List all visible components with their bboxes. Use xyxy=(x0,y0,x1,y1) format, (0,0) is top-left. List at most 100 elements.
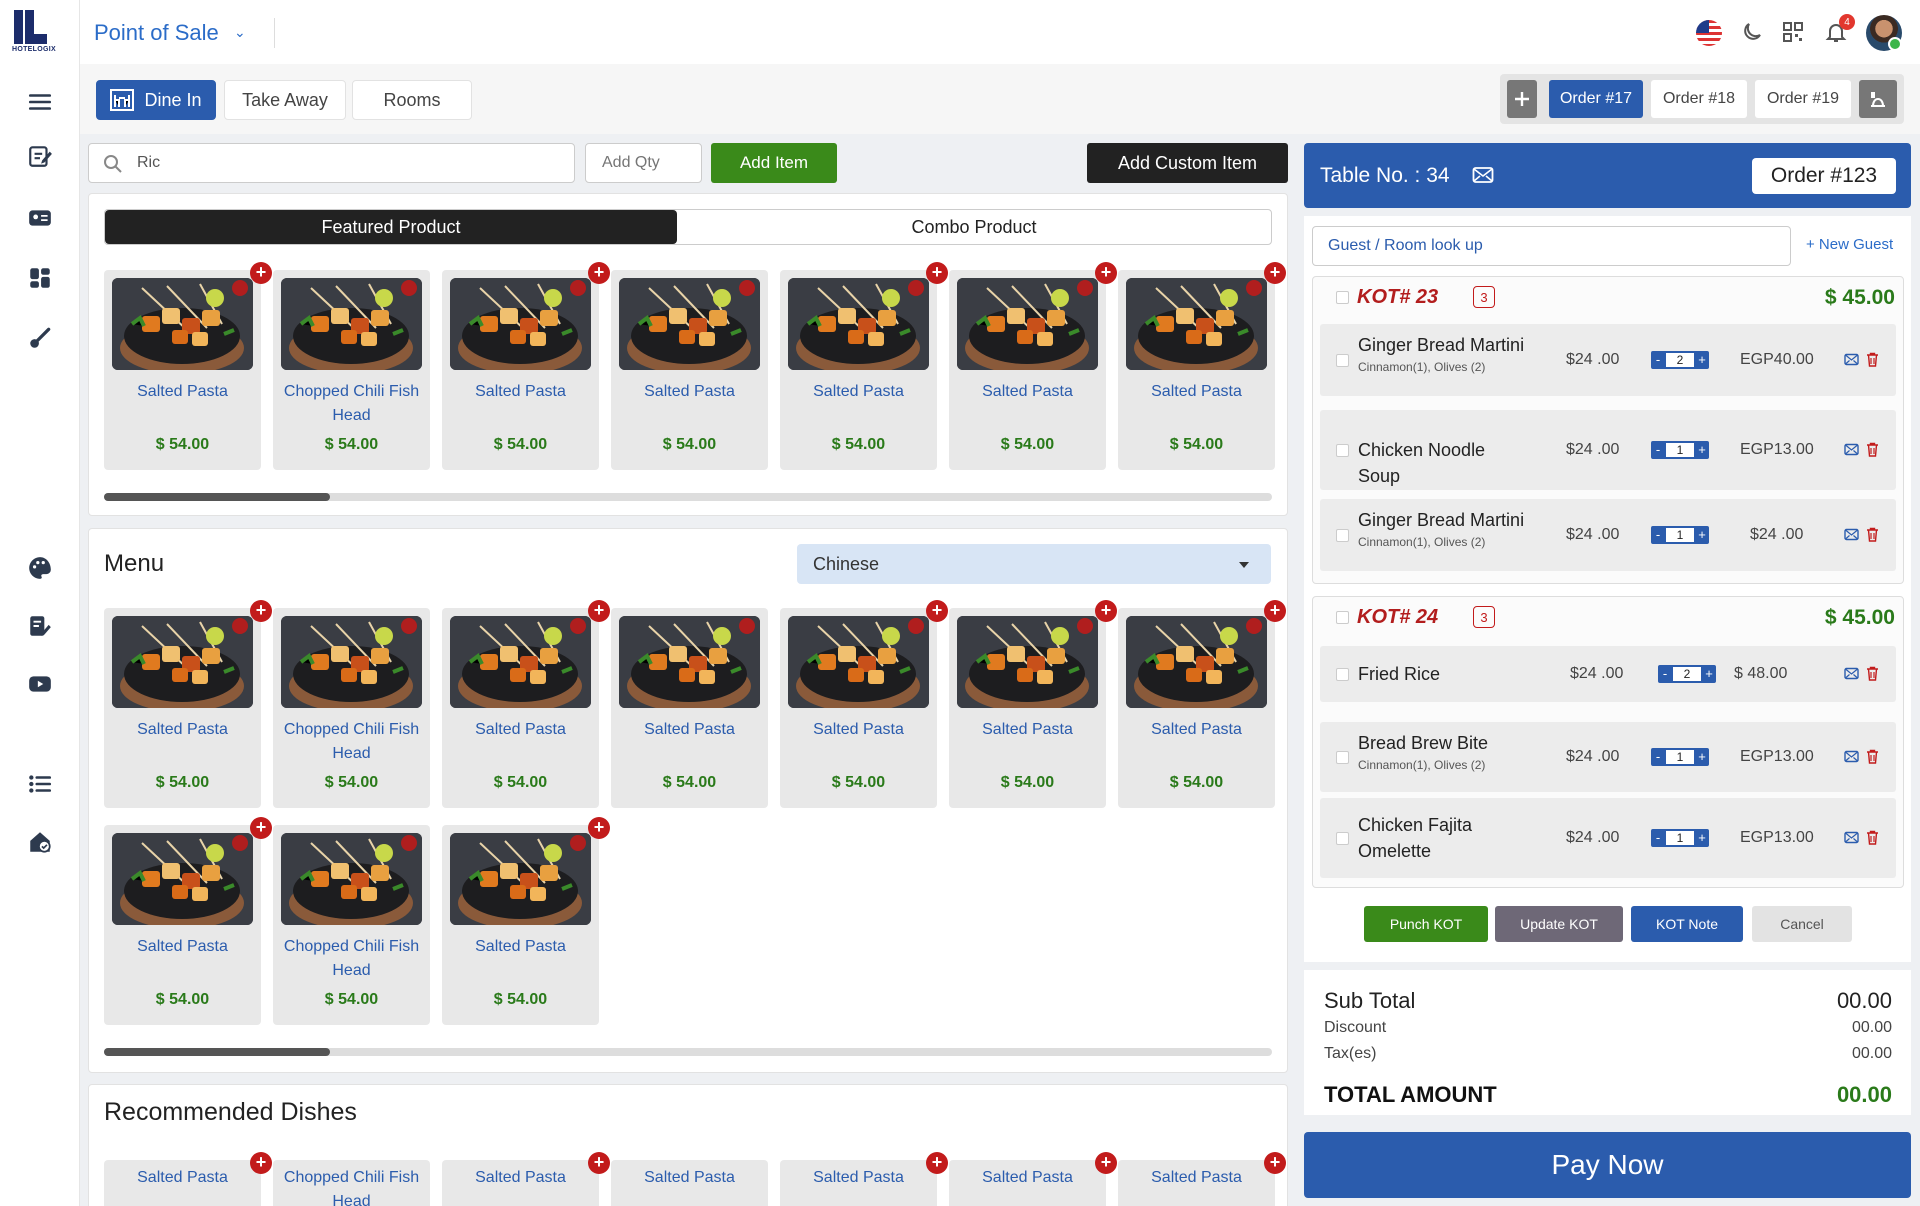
product-card[interactable]: Salted Pasta $ 54.00 xyxy=(442,608,599,808)
product-card[interactable]: Salted Pasta $ 54.00 xyxy=(104,608,261,808)
quantity-stepper[interactable]: -1 + xyxy=(1651,748,1709,766)
delete-item-icon[interactable] xyxy=(1866,749,1879,764)
tab-combo-product[interactable]: Combo Product xyxy=(677,210,1271,244)
item-note-icon[interactable] xyxy=(1844,666,1859,681)
item-note-icon[interactable] xyxy=(1844,527,1859,542)
qty-input-wrap[interactable] xyxy=(585,143,702,183)
app-title[interactable]: Point of Sale xyxy=(94,20,219,46)
list-details-icon[interactable] xyxy=(26,770,54,798)
tab-order-18[interactable]: Order #18 xyxy=(1651,80,1747,118)
item-select-checkbox[interactable] xyxy=(1336,529,1349,542)
delete-item-icon[interactable] xyxy=(1866,666,1879,681)
recommended-card[interactable]: Chopped Chili Fish Head xyxy=(273,1160,430,1206)
kot-note-button[interactable]: KOT Note xyxy=(1631,906,1743,942)
dashboard-icon[interactable] xyxy=(26,264,54,292)
update-kot-button[interactable]: Update KOT xyxy=(1495,906,1623,942)
product-card[interactable]: Salted Pasta $ 54.00 xyxy=(104,825,261,1025)
add-to-order-icon[interactable]: + xyxy=(926,1152,948,1174)
new-guest-link[interactable]: + New Guest xyxy=(1806,236,1893,253)
recommended-card[interactable]: Salted Pasta xyxy=(780,1160,937,1206)
add-to-order-icon[interactable]: + xyxy=(250,1152,272,1174)
verified-home-icon[interactable] xyxy=(26,828,54,856)
delete-item-icon[interactable] xyxy=(1866,527,1879,542)
product-card[interactable]: Salted Pasta $ 54.00 xyxy=(1118,270,1275,470)
quantity-stepper[interactable]: -1 + xyxy=(1651,829,1709,847)
kot-select-checkbox[interactable] xyxy=(1336,291,1349,304)
delete-item-icon[interactable] xyxy=(1866,352,1879,367)
add-to-order-icon[interactable]: + xyxy=(250,817,272,839)
id-card-icon[interactable] xyxy=(26,204,54,232)
qty-decrease-button[interactable]: - xyxy=(1658,665,1672,683)
item-select-checkbox[interactable] xyxy=(1336,751,1349,764)
qty-increase-button[interactable]: + xyxy=(1695,526,1709,544)
product-card[interactable]: Salted Pasta $ 54.00 xyxy=(780,608,937,808)
qty-decrease-button[interactable]: - xyxy=(1651,526,1665,544)
menu-category-select[interactable]: Chinese xyxy=(797,544,1271,584)
item-select-checkbox[interactable] xyxy=(1336,354,1349,367)
quantity-stepper[interactable]: -2 + xyxy=(1651,351,1709,369)
featured-scrollbar[interactable] xyxy=(104,493,1272,501)
menu-scrollbar[interactable] xyxy=(104,1048,1272,1056)
add-qty-input[interactable] xyxy=(586,144,701,182)
scrollbar-thumb[interactable] xyxy=(104,1048,330,1056)
product-card[interactable]: Salted Pasta $ 54.00 xyxy=(1118,608,1275,808)
order-view-button[interactable] xyxy=(1859,80,1897,118)
qty-decrease-button[interactable]: - xyxy=(1651,441,1665,459)
guest-room-lookup-input[interactable]: Guest / Room look up xyxy=(1312,226,1791,266)
user-avatar[interactable] xyxy=(1866,15,1902,51)
add-to-order-icon[interactable]: + xyxy=(1095,600,1117,622)
punch-kot-button[interactable]: Punch KOT xyxy=(1364,906,1488,942)
recommended-card[interactable]: Salted Pasta xyxy=(442,1160,599,1206)
product-card[interactable]: Chopped Chili Fish Head $ 54.00 xyxy=(273,825,430,1025)
quantity-stepper[interactable]: -1 + xyxy=(1651,441,1709,459)
product-card[interactable]: Salted Pasta $ 54.00 xyxy=(442,270,599,470)
qty-decrease-button[interactable]: - xyxy=(1651,829,1665,847)
qty-decrease-button[interactable]: - xyxy=(1651,748,1665,766)
recommended-card[interactable]: Salted Pasta xyxy=(949,1160,1106,1206)
product-card[interactable]: Salted Pasta $ 54.00 xyxy=(611,608,768,808)
add-order-button[interactable] xyxy=(1507,80,1537,118)
qty-increase-button[interactable]: + xyxy=(1695,351,1709,369)
add-to-order-icon[interactable]: + xyxy=(926,600,948,622)
recommended-card[interactable]: Salted Pasta xyxy=(104,1160,261,1206)
hamburger-menu-icon[interactable] xyxy=(26,88,54,116)
add-to-order-icon[interactable]: + xyxy=(926,262,948,284)
quantity-stepper[interactable]: -2 + xyxy=(1658,665,1716,683)
item-select-checkbox[interactable] xyxy=(1336,668,1349,681)
product-card[interactable]: Salted Pasta $ 54.00 xyxy=(442,825,599,1025)
us-flag-icon[interactable] xyxy=(1696,20,1722,46)
cancel-button[interactable]: Cancel xyxy=(1752,906,1852,942)
report-edit-icon[interactable] xyxy=(26,612,54,640)
dark-mode-moon-icon[interactable] xyxy=(1738,18,1766,46)
add-to-order-icon[interactable]: + xyxy=(1095,1152,1117,1174)
tools-icon[interactable] xyxy=(26,324,54,352)
palette-icon[interactable] xyxy=(26,554,54,582)
hotelogix-logo[interactable]: HOTELOGIX xyxy=(12,8,70,56)
tab-featured-product[interactable]: Featured Product xyxy=(105,210,677,244)
tab-order-17[interactable]: Order #17 xyxy=(1549,80,1643,118)
item-select-checkbox[interactable] xyxy=(1336,444,1349,457)
add-custom-item-button[interactable]: Add Custom Item xyxy=(1087,143,1288,183)
add-to-order-icon[interactable]: + xyxy=(1095,262,1117,284)
qty-increase-button[interactable]: + xyxy=(1695,829,1709,847)
kot-select-checkbox[interactable] xyxy=(1336,611,1349,624)
qr-grid-icon[interactable] xyxy=(1779,18,1807,46)
product-card[interactable]: Salted Pasta $ 54.00 xyxy=(949,608,1106,808)
product-card[interactable]: Chopped Chili Fish Head $ 54.00 xyxy=(273,270,430,470)
product-card[interactable]: Salted Pasta $ 54.00 xyxy=(949,270,1106,470)
tab-dine-in[interactable]: Dine In xyxy=(96,80,216,120)
qty-increase-button[interactable]: + xyxy=(1695,441,1709,459)
item-note-icon[interactable] xyxy=(1844,352,1859,367)
qty-increase-button[interactable]: + xyxy=(1702,665,1716,683)
add-to-order-icon[interactable]: + xyxy=(588,600,610,622)
search-input-wrap[interactable] xyxy=(88,143,575,183)
product-card[interactable]: Salted Pasta $ 54.00 xyxy=(780,270,937,470)
table-note-icon[interactable] xyxy=(1472,165,1494,185)
add-to-order-icon[interactable]: + xyxy=(1264,600,1286,622)
product-card[interactable]: Chopped Chili Fish Head $ 54.00 xyxy=(273,608,430,808)
add-to-order-icon[interactable]: + xyxy=(1264,262,1286,284)
delete-item-icon[interactable] xyxy=(1866,442,1879,457)
tab-order-19[interactable]: Order #19 xyxy=(1755,80,1851,118)
recommended-card[interactable]: Salted Pasta xyxy=(611,1160,768,1206)
tab-rooms[interactable]: Rooms xyxy=(352,80,472,120)
